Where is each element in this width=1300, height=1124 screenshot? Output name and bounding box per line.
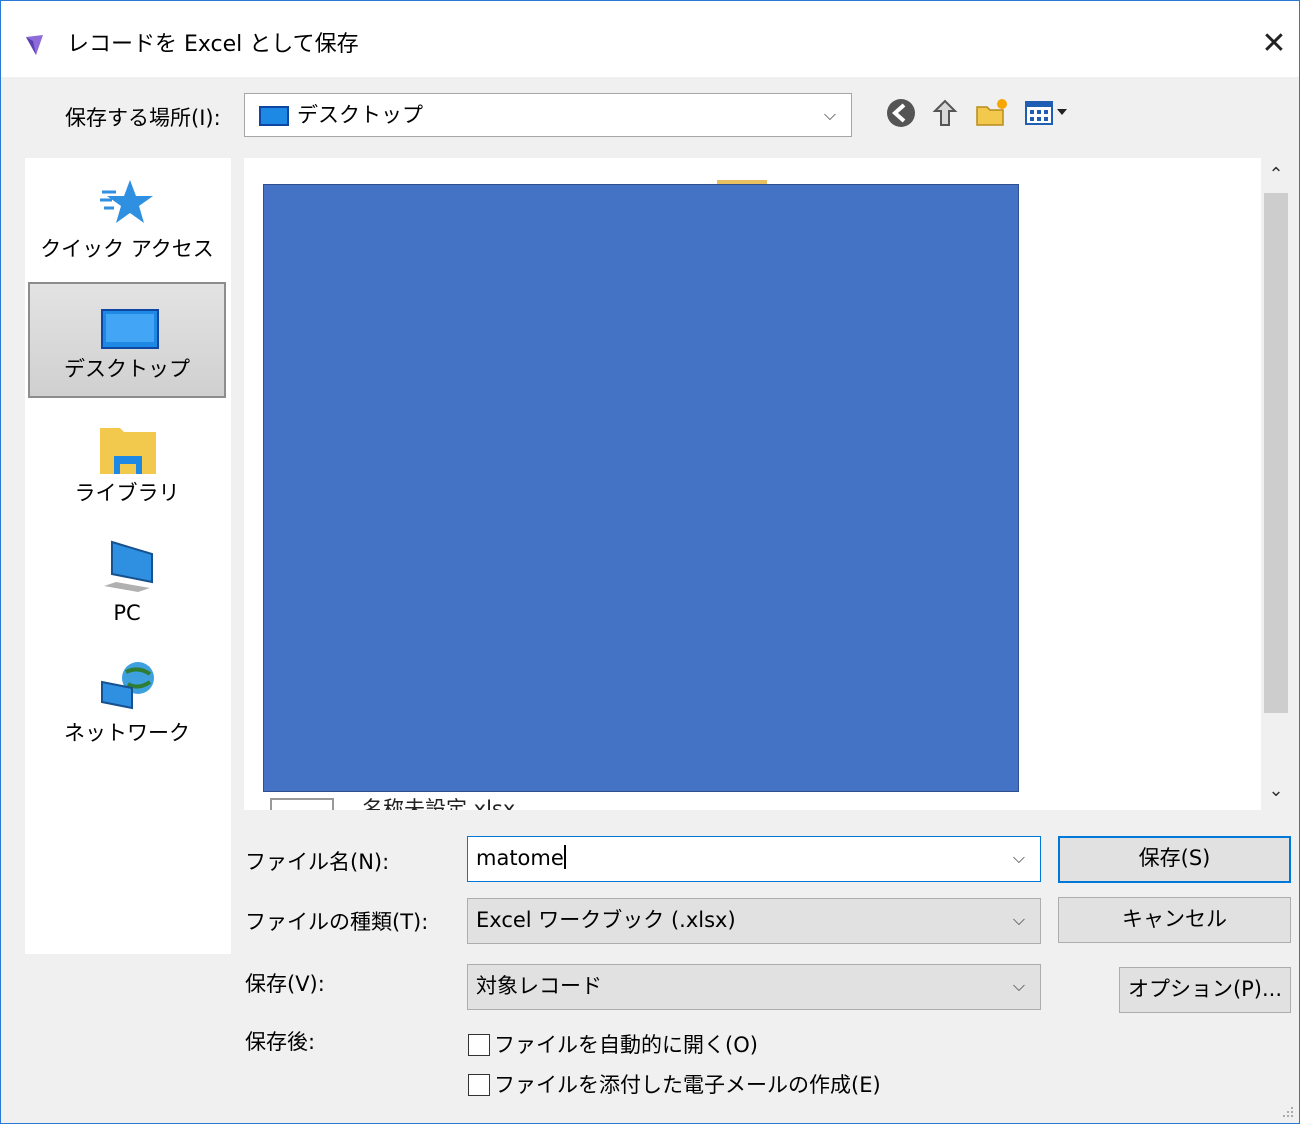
save-scope-label: 保存(V): (245, 972, 325, 996)
place-network[interactable]: ネットワーク (28, 646, 226, 762)
view-menu-button[interactable] (1023, 97, 1073, 131)
cancel-button[interactable]: キャンセル (1058, 897, 1291, 943)
checkbox-box[interactable] (468, 1034, 490, 1056)
desktop-icon (259, 106, 289, 126)
up-folder-icon (932, 99, 958, 126)
chevron-down-icon[interactable]: ⌵ (819, 102, 841, 128)
resize-grip-icon[interactable] (1281, 1105, 1295, 1119)
places-bar: クイック アクセス デスクトップ ライブラリ PC ネットワーク (25, 158, 231, 954)
chevron-down-icon[interactable]: ⌵ (1008, 845, 1030, 871)
filename-input[interactable]: matome ⌵ (467, 836, 1041, 882)
place-quick-access[interactable]: クイック アクセス (28, 162, 226, 278)
save-button[interactable]: 保存(S) (1058, 836, 1291, 883)
filename-label: ファイル名(N): (245, 850, 390, 874)
save-scope-select[interactable]: 対象レコード ⌵ (467, 964, 1041, 1010)
library-icon (100, 428, 156, 474)
app-icon (26, 35, 43, 55)
back-icon (887, 99, 915, 127)
file-name[interactable]: 名称未設定.xlsx (362, 794, 515, 810)
checkbox-label[interactable]: ファイルを自動的に開く(O) (494, 1030, 758, 1060)
view-menu-icon (1025, 101, 1067, 125)
filetype-label: ファイルの種類(T): (245, 910, 429, 934)
close-icon: ✕ (1261, 26, 1287, 61)
network-icon (101, 662, 154, 710)
chevron-down-icon[interactable]: ⌵ (1008, 973, 1030, 999)
save-dialog: レコードを Excel として保存 ✕ 保存する場所(I): デスクトップ ⌵ (0, 0, 1300, 1124)
close-button[interactable]: ✕ (1249, 19, 1299, 69)
title-bar: レコードを Excel として保存 ✕ (1, 1, 1299, 77)
place-label: デスクトップ (64, 357, 190, 381)
location-value: デスクトップ (297, 103, 423, 127)
up-folder-button[interactable] (929, 97, 961, 131)
scroll-up-icon[interactable]: ⌃ (1261, 160, 1291, 190)
window-title: レコードを Excel として保存 (67, 32, 359, 57)
location-select[interactable]: デスクトップ ⌵ (244, 93, 852, 137)
file-icon (270, 798, 334, 810)
place-label: ネットワーク (64, 721, 190, 745)
place-label: ライブラリ (74, 481, 180, 505)
star-icon (100, 180, 153, 223)
location-label: 保存する場所(I): (65, 106, 221, 130)
save-scope-value: 対象レコード (476, 974, 602, 998)
place-desktop[interactable]: デスクトップ (28, 282, 226, 398)
filetype-value: Excel ワークブック (.xlsx) (476, 908, 736, 932)
options-button[interactable]: オプション(P)... (1119, 967, 1291, 1013)
checkbox-box[interactable] (468, 1074, 490, 1096)
chevron-down-icon[interactable]: ⌵ (1008, 907, 1030, 933)
vertical-scrollbar[interactable]: ⌃ ⌄ (1261, 158, 1291, 810)
filename-value: matome (476, 845, 566, 870)
file-list[interactable]: 名称未設定.xlsx (244, 158, 1261, 810)
place-library[interactable]: ライブラリ (28, 406, 226, 522)
new-folder-icon (976, 99, 1007, 126)
text-caret (563, 845, 566, 869)
filetype-select[interactable]: Excel ワークブック (.xlsx) ⌵ (467, 898, 1041, 944)
scroll-thumb[interactable] (1264, 193, 1288, 713)
pc-icon (104, 540, 153, 592)
place-label: PC (113, 601, 141, 625)
place-pc[interactable]: PC (28, 526, 226, 642)
redacted-overlay (263, 184, 1019, 792)
new-folder-button[interactable] (975, 97, 1009, 131)
place-label: クイック アクセス (40, 237, 214, 261)
after-save-label: 保存後: (245, 1030, 316, 1054)
checkbox-label[interactable]: ファイルを添付した電子メールの作成(E) (494, 1070, 881, 1100)
back-button[interactable] (885, 97, 917, 131)
desktop-icon (101, 309, 159, 349)
scroll-down-icon[interactable]: ⌄ (1261, 776, 1291, 806)
